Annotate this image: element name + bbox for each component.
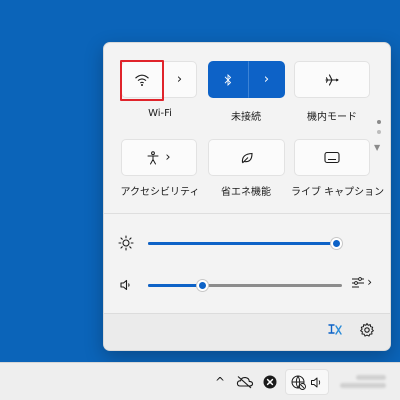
accessibility-button[interactable]: › (121, 139, 197, 176)
brightness-fill (148, 242, 336, 245)
close-circle-icon (263, 375, 277, 389)
network-icon (291, 375, 306, 390)
accessibility-icon (147, 150, 159, 164)
wifi-icon (135, 74, 149, 86)
panel-footer (104, 313, 390, 350)
tile-label-live-captions: ライブ キャプション (291, 187, 385, 198)
tile-label-airplane: 機内モード (307, 112, 357, 123)
onedrive-status-button[interactable] (236, 373, 254, 391)
app-tray-button[interactable] (261, 373, 279, 391)
tile-label-accessibility: アクセシビリティ (120, 187, 200, 198)
volume-thumb[interactable] (197, 280, 209, 291)
volume-fill (148, 284, 203, 287)
tile-label-energy-saver: 省エネ機能 (221, 187, 271, 198)
gear-icon[interactable] (358, 321, 376, 339)
brightness-thumb[interactable] (331, 238, 342, 249)
panel-divider (104, 213, 390, 214)
wifi-expand-button[interactable]: › (163, 61, 197, 98)
airplane-mode-button[interactable] (294, 61, 370, 98)
accessibility-settings-icon[interactable] (326, 321, 344, 339)
chevron-up-icon: ^ (214, 375, 226, 389)
speaker-icon (311, 377, 321, 388)
tile-energy-saver (208, 139, 285, 176)
tile-accessibility: › (121, 139, 197, 176)
tile-wifi: › (121, 61, 197, 98)
chevron-right-icon: › (176, 72, 183, 87)
brightness-icon (118, 235, 134, 251)
audio-output-icon (352, 277, 365, 288)
volume-track[interactable] (148, 280, 342, 291)
volume-slider-row: › (118, 275, 378, 295)
audio-output-button[interactable]: › (351, 276, 372, 288)
page-dot-2[interactable] (377, 130, 381, 134)
tile-label-bluetooth: 未接続 (231, 112, 261, 123)
leaf-icon (241, 152, 253, 163)
bluetooth-icon (224, 73, 232, 86)
quick-settings-tray-button[interactable] (285, 369, 329, 395)
scroll-down-icon[interactable]: ▼ (374, 143, 380, 152)
bluetooth-expand-button[interactable]: › (248, 61, 285, 98)
speaker-icon[interactable] (118, 277, 134, 293)
tile-bluetooth: › (208, 61, 285, 98)
chevron-right-icon: › (263, 72, 270, 87)
live-captions-button[interactable] (294, 139, 370, 176)
tile-airplane (294, 61, 370, 98)
captions-icon (324, 151, 340, 164)
clock-obscured[interactable] (340, 372, 388, 394)
airplane-icon (325, 73, 339, 86)
tile-live-captions (294, 139, 370, 176)
tile-label-wifi: Wi-Fi (148, 108, 172, 119)
page-dot-1[interactable] (377, 120, 381, 124)
show-hidden-icons-button[interactable]: ^ (211, 373, 229, 391)
brightness-track[interactable] (148, 238, 342, 249)
taskbar: ^ (0, 362, 400, 400)
chevron-right-icon: › (165, 150, 171, 165)
energy-saver-button[interactable] (208, 139, 285, 176)
chevron-right-icon: › (367, 275, 372, 289)
cloud-off-icon (236, 376, 254, 389)
wifi-toggle-button[interactable] (121, 61, 163, 98)
brightness-slider-row (118, 233, 378, 253)
bluetooth-toggle-button[interactable] (208, 61, 248, 98)
